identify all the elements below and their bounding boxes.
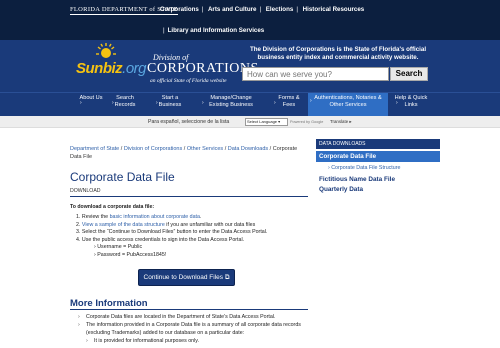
step-1: 1. Review the basic information about co… bbox=[76, 214, 202, 220]
instructions-list: 1. Review the basic information about co… bbox=[76, 214, 308, 260]
top-nav: Corporations | Arts and Culture | Election… bbox=[160, 6, 365, 34]
step-3: 3. Select the “Continue to Download File… bbox=[76, 229, 268, 236]
topnav-historical-resources[interactable]: Historical Resources bbox=[303, 6, 365, 13]
nav-search-records[interactable]: › Search Records bbox=[110, 95, 140, 115]
more-info-list: Corporate Data files are located in the … bbox=[78, 313, 308, 345]
divider bbox=[70, 196, 308, 197]
breadcrumb-data-downloads[interactable]: Data Downloads bbox=[228, 146, 268, 152]
official-site-label: an official State of Florida website bbox=[150, 78, 227, 84]
more-info-heading: More Information bbox=[70, 298, 148, 309]
translate-link[interactable]: Translate ▸ bbox=[330, 119, 352, 125]
list-item: It is provided for informational purpose… bbox=[78, 337, 308, 345]
topnav-library[interactable]: Library and Information Services bbox=[168, 27, 265, 34]
continue-download-button[interactable]: Continue to Download Files ⧉ bbox=[138, 269, 235, 286]
top-bar: FLORIDA DEPARTMENT of STATE Corporations… bbox=[0, 0, 500, 40]
section-label: DOWNLOAD bbox=[70, 188, 101, 194]
nav-about-us[interactable]: › About Us bbox=[78, 95, 104, 115]
banner: Sunbiz.org Division of CORPORATIONS an o… bbox=[0, 40, 500, 92]
sidebar-item-fictitious-name[interactable]: Fictitious Name Data File bbox=[316, 176, 440, 183]
nav-help[interactable]: › Help & Quick Links bbox=[394, 95, 428, 115]
sidebar-item-quarterly-data[interactable]: Quarterly Data bbox=[316, 186, 440, 193]
topnav-elections[interactable]: Elections bbox=[266, 6, 294, 13]
search-button[interactable]: Search bbox=[390, 67, 428, 81]
language-label: Para español, seleccione de la lista bbox=[148, 119, 230, 125]
breadcrumb-division-of-corporations[interactable]: Division of Corporations bbox=[124, 146, 182, 152]
sidebar-item-corporate-data-file[interactable]: Corporate Data File bbox=[316, 151, 440, 162]
main-nav: › About Us › Search Records › Start a Busin… bbox=[0, 92, 500, 117]
breadcrumb-department-of-state[interactable]: Department of State bbox=[70, 146, 119, 152]
sunbiz-logo[interactable]: Sunbiz.org bbox=[76, 60, 147, 77]
search-input[interactable] bbox=[242, 67, 389, 81]
sidebar-heading[interactable]: DATA DOWNLOADS bbox=[316, 139, 440, 149]
divider bbox=[70, 309, 308, 310]
language-select[interactable]: Select Language ▾ bbox=[245, 118, 288, 126]
nav-start-business[interactable]: › Start a Business bbox=[154, 95, 186, 115]
topnav-arts-culture[interactable]: Arts and Culture bbox=[208, 6, 256, 13]
step-4: 4. Use the public access credentials to … bbox=[76, 236, 245, 243]
sample-structure-link[interactable]: View a sample of the data structure bbox=[82, 222, 165, 228]
page-title: Corporate Data File bbox=[70, 170, 175, 184]
nav-forms-fees[interactable]: › Forms & Fees bbox=[272, 95, 306, 115]
breadcrumb: Department of State / Division of Corpor… bbox=[70, 146, 298, 160]
sidebar-item-data-file-structure[interactable]: › Corporate Data File Structure bbox=[316, 165, 440, 171]
basic-info-link[interactable]: basic information about corporate data bbox=[110, 214, 200, 220]
powered-by-google: Powered by Google bbox=[290, 119, 324, 124]
breadcrumb-other-services[interactable]: Other Services bbox=[187, 146, 223, 152]
nav-manage-business[interactable]: › Manage/Change Existing Business bbox=[200, 95, 262, 115]
list-item: The information provided in a Corporate … bbox=[78, 321, 308, 337]
instructions-heading: To download a corporate data file: bbox=[70, 204, 155, 210]
list-item: Corporate Data files are located in the … bbox=[78, 313, 308, 321]
sidebar: DATA DOWNLOADS Corporate Data File › Cor… bbox=[316, 139, 440, 193]
password-credential: › Password = PubAccess1845! bbox=[94, 251, 167, 258]
nav-authentications[interactable]: › Authentications, Notaries & Other Servi… bbox=[308, 93, 388, 117]
username-credential: › Username = Public bbox=[94, 244, 143, 251]
step-2: 2. View a sample of the data structure i… bbox=[76, 221, 256, 228]
topnav-corporations[interactable]: Corporations bbox=[160, 6, 199, 13]
language-bar: Para español, seleccione de la lista Sel… bbox=[0, 116, 500, 128]
banner-tagline: The Division of Corporations is the Stat… bbox=[249, 46, 427, 61]
main-content: Department of State / Division of Corpor… bbox=[62, 128, 312, 348]
